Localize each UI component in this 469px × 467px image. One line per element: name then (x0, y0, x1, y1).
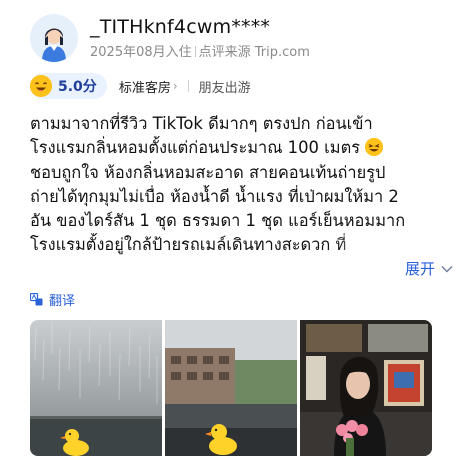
chevron-right-icon: › (172, 79, 178, 93)
text-fade (335, 233, 445, 258)
happy-face-icon (30, 75, 52, 97)
rating-row: 5.0分 标准客房 › 朋友出游 (30, 72, 251, 100)
username[interactable]: _TITHknf4cwm**** (90, 16, 270, 38)
user-meta: 2025年08月入住 点评来源 Trip.com (90, 41, 310, 60)
score-badge: 5.0分 (30, 73, 107, 99)
score-value: 5.0分 (58, 79, 97, 95)
translate-label: 翻译 (49, 294, 76, 309)
review-line: ตามมาจากที่รีวิว TikTok ดีมากๆ ตรงปก ก่อ… (30, 114, 373, 133)
avatar-illustration-icon (30, 14, 78, 62)
review-header: _TITHknf4cwm**** 2025年08月入住 点评来源 Trip.com (30, 14, 450, 62)
review-line: โรงแรมกลิ่นหอมตั้งแต่ก่อนประมาณ 100 เมตร (30, 136, 445, 160)
review-source: 点评来源 Trip.com (198, 45, 310, 60)
user-avatar[interactable] (30, 14, 78, 62)
expand-button[interactable]: 展开 (405, 258, 453, 279)
translate-icon (30, 293, 43, 306)
review-line: ชอบถูกใจ ห้องกลิ่นหอมสะอาด สายคอนเท้นถ่า… (30, 162, 386, 182)
review-text: ตามมาจากที่รีวิว TikTok ดีมากๆ ตรงปก ก่อ… (30, 112, 445, 258)
translate-button[interactable]: 翻译 (30, 290, 75, 309)
photo-woman-with-roses[interactable] (300, 320, 432, 456)
review-line: ถ่ายได้ทุกมุมไม่เบื่อ ห้องน้ำดี น้ำแรง ท… (30, 186, 399, 206)
meta-divider (194, 46, 196, 57)
review-line: โรงแรมตั้งอยู่ใกล้ป้ายรถเมล์เดินทางสะดวก… (30, 233, 445, 258)
expand-label: 展开 (404, 260, 435, 278)
review-line: อัน ของไดร์สัน 1 ชุด ธรรมดา 1 ชุด แอร์เย… (30, 211, 406, 231)
chevron-down-icon (441, 265, 453, 272)
trip-type: 朋友出游 (198, 80, 251, 96)
rating-divider (187, 80, 189, 92)
join-date: 2025年08月入住 (90, 45, 192, 60)
photo-duck-window-view[interactable] (165, 320, 297, 456)
review-line-text: โรงแรมกลิ่นหอมตั้งแต่ก่อนประมาณ 100 เมตร (30, 138, 361, 158)
review-line-text: โรงแรมตั้งอยู่ใกล้ป้ายรถเมล์เดินทางสะดวก… (30, 235, 347, 255)
photo-rainy-window[interactable] (30, 320, 162, 456)
photo-strip (30, 320, 432, 456)
room-type-link[interactable]: 标准客房 (119, 77, 171, 96)
laughing-emoji-icon (365, 138, 384, 157)
